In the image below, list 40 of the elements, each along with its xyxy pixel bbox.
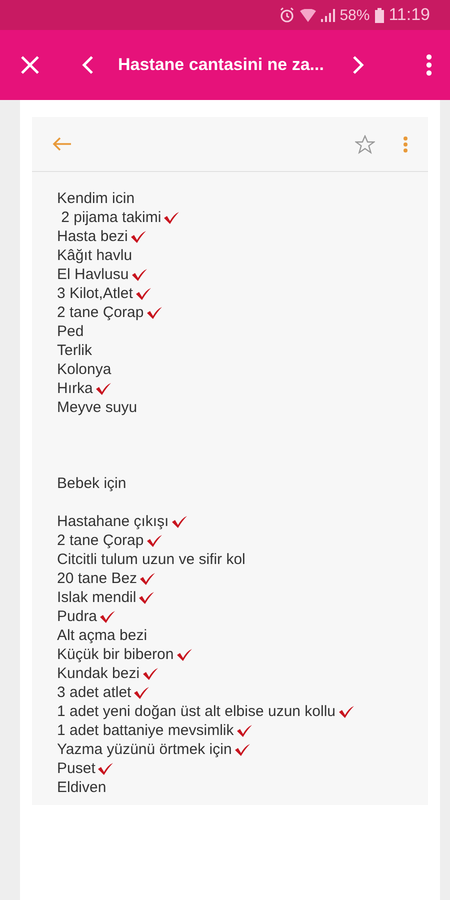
list-item: 20 tane Bez <box>57 569 138 588</box>
toolbar-title: Hastane cantasini ne za... <box>118 55 324 75</box>
list-item: 1 adet battaniye mevsimlik <box>57 721 234 740</box>
list-item: Puset <box>57 759 96 778</box>
section-heading: Bebek için <box>57 474 126 493</box>
list-item: Yazma yüzünü örtmek için <box>57 740 232 759</box>
list-item: El Havlusu <box>57 265 129 284</box>
list-item: 3 Kilot,Atlet <box>57 284 133 303</box>
list-item: Ped <box>57 322 84 341</box>
list-item: 2 pijama takimi <box>60 208 162 227</box>
list-item: Terlik <box>57 341 92 360</box>
more-options-button[interactable] <box>426 54 432 76</box>
star-button[interactable] <box>355 134 375 154</box>
signal-icon <box>320 8 335 22</box>
list-item: 3 adet atlet <box>57 683 132 702</box>
list-item: Hastahane çıkışı <box>57 512 169 531</box>
list-item: Kolonya <box>57 360 112 379</box>
close-button[interactable] <box>20 55 40 75</box>
list-item: Eldiven <box>57 778 106 797</box>
list-item: Hırka <box>57 379 93 398</box>
section-heading: Kendim icin <box>57 189 135 208</box>
previous-button[interactable] <box>82 55 94 75</box>
list-item: Kâğıt havlu <box>57 246 132 265</box>
list-item: Meyve suyu <box>57 398 138 417</box>
list-item: 1 adet yeni doğan üst alt elbise uzun kollu <box>57 702 336 721</box>
list-item: Citcitli tulum uzun ve sifir kol <box>57 550 246 569</box>
list-item: Küçük bir biberon <box>57 645 174 664</box>
list-item: Pudra <box>57 607 98 626</box>
wifi-icon <box>300 8 316 22</box>
list-item: 2 tane Çorap <box>57 303 144 322</box>
list-item: Kundak bezi <box>57 664 140 683</box>
battery-percent: 58% <box>340 6 370 24</box>
list-item: Alt açma bezi <box>57 626 148 645</box>
battery-icon <box>374 8 384 22</box>
list-item: 2 tane Çorap <box>57 531 144 550</box>
list-item: Islak mendil <box>57 588 136 607</box>
next-button[interactable] <box>352 55 364 75</box>
list-item: Hasta bezi <box>57 227 128 246</box>
alarm-icon <box>278 7 295 23</box>
clock: 11:19 <box>388 5 430 25</box>
